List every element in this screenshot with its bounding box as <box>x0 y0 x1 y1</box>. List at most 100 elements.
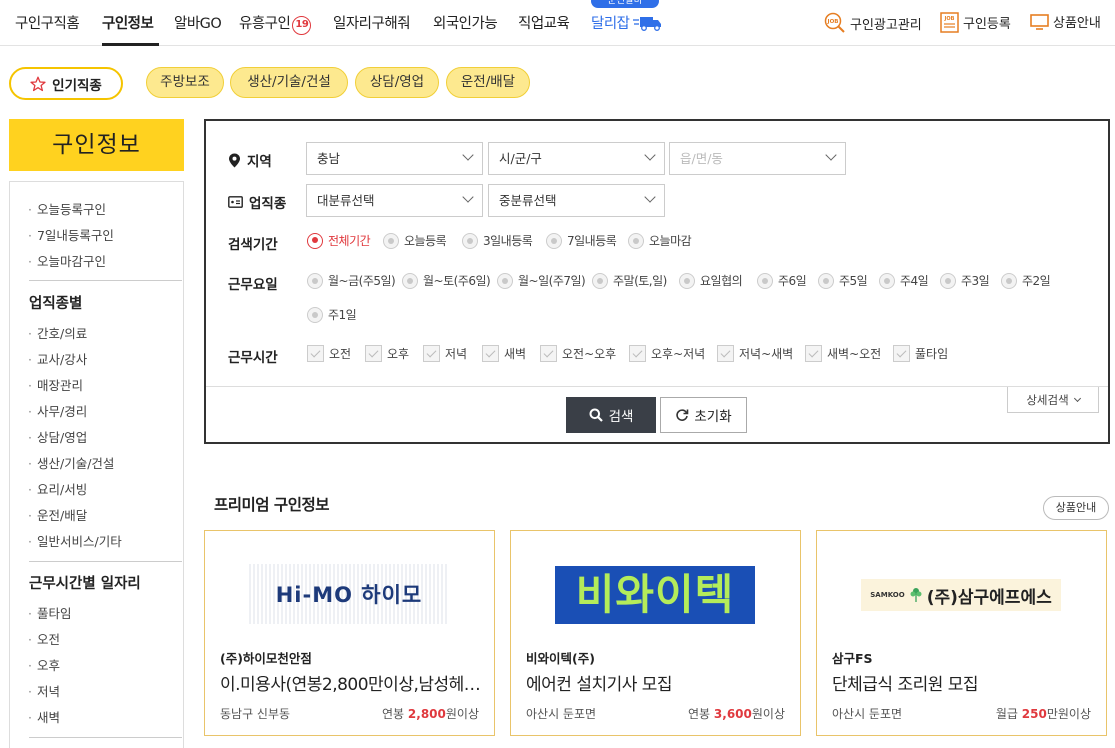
svg-text:JOB: JOB <box>944 16 955 22</box>
days-radio-4days[interactable]: 주4일 <box>879 272 929 289</box>
truck-icon <box>632 15 663 35</box>
chevron-down-icon <box>462 191 474 203</box>
radio-icon <box>592 272 608 289</box>
sidebar-divider <box>29 737 182 738</box>
radio-icon <box>307 272 323 289</box>
nav-find-me-job[interactable]: 일자리구해줘 <box>333 12 411 33</box>
radio-icon <box>497 272 513 289</box>
search-button[interactable]: 검색 <box>566 397 656 433</box>
sidebar-item-driving[interactable]: 운전/배달 <box>28 505 87 524</box>
nav-job-training[interactable]: 직업교육 <box>518 12 570 33</box>
days-radio-6days[interactable]: 주6일 <box>757 272 807 289</box>
job-type-label: 업직종 <box>228 192 286 212</box>
period-label: 검색기간 <box>228 237 278 253</box>
radio-icon <box>679 272 695 289</box>
checkbox-icon <box>805 345 822 362</box>
sidebar-item-sales[interactable]: 상담/영업 <box>28 427 87 446</box>
region-dong-select[interactable]: 읍/면/동 <box>669 142 846 175</box>
location-pin-icon <box>229 153 240 167</box>
sidebar-item-production[interactable]: 생산/기술/건설 <box>28 453 114 472</box>
sidebar-item-afternoon[interactable]: 오후 <box>28 655 60 674</box>
days-radio-2days[interactable]: 주2일 <box>1001 272 1051 289</box>
sidebar-item-today-registered[interactable]: 오늘등록구인 <box>28 199 106 218</box>
days-radio-weekend[interactable]: 주말(토,일) <box>592 272 667 289</box>
job-title[interactable]: 에어컨 설치기사 모집 <box>526 670 788 695</box>
time-check-morning-afternoon[interactable]: 오전~오후 <box>540 345 616 362</box>
job-document-icon: JOB <box>940 12 959 33</box>
region-sido-select[interactable]: 충남 <box>306 142 483 175</box>
register-link[interactable]: JOB 구인등록 <box>940 12 1011 33</box>
job-title[interactable]: 단체급식 조리원 모집 <box>832 670 1094 695</box>
sidebar-item-today-closing[interactable]: 오늘마감구인 <box>28 251 106 270</box>
job-minor-select[interactable]: 중분류선택 <box>488 184 665 217</box>
nav-alba-go[interactable]: 알바GO <box>174 12 222 33</box>
time-check-afternoon-evening[interactable]: 오후~저녁 <box>629 345 705 362</box>
chevron-down-icon <box>1073 394 1081 402</box>
days-radio-mon-fri[interactable]: 월~금(주5일) <box>307 272 396 289</box>
region-sigungu-select[interactable]: 시/군/구 <box>488 142 665 175</box>
detail-search-button[interactable]: 상세검색 <box>1007 387 1099 413</box>
sidebar-divider <box>29 561 182 562</box>
sidebar-item-cooking[interactable]: 요리/서빙 <box>28 479 87 498</box>
company-logo: 비와이텍 <box>555 566 755 624</box>
radio-icon <box>307 306 323 323</box>
chip-sales[interactable]: 상담/영업 <box>355 67 439 98</box>
radio-icon <box>462 232 478 249</box>
sidebar-item-store-management[interactable]: 매장관리 <box>28 375 83 394</box>
time-check-fulltime[interactable]: 풀타임 <box>893 345 948 362</box>
sidebar-item-teacher[interactable]: 교사/강사 <box>28 349 87 368</box>
time-check-afternoon[interactable]: 오후 <box>365 345 409 362</box>
nav-entertainment-jobs[interactable]: 유흥구인 19 <box>239 12 312 35</box>
sidebar-item-7days-registered[interactable]: 7일내등록구인 <box>28 225 114 244</box>
chevron-down-icon <box>644 191 656 203</box>
nav-recruit-home[interactable]: 구인구직홈 <box>15 12 80 33</box>
id-card-icon <box>228 196 243 208</box>
chip-kitchen-helper[interactable]: 주방보조 <box>146 67 224 98</box>
period-radio-3days[interactable]: 3일내등록 <box>462 232 533 249</box>
region-label: 지역 <box>228 150 272 170</box>
checkbox-icon <box>307 345 324 362</box>
premium-product-info-button[interactable]: 상품안내 <box>1043 496 1109 520</box>
period-radio-all[interactable]: 전체기간 <box>307 232 371 249</box>
nav-dalijob[interactable]: 달리잡 <box>591 12 663 35</box>
time-check-dawn-morning[interactable]: 새벽~오전 <box>805 345 881 362</box>
time-check-dawn[interactable]: 새벽 <box>482 345 526 362</box>
sidebar-item-nursing[interactable]: 간호/의료 <box>28 323 87 342</box>
period-radio-today-closing[interactable]: 오늘마감 <box>628 232 692 249</box>
days-radio-mon-sat[interactable]: 월~토(주6일) <box>402 272 491 289</box>
checkbox-icon <box>365 345 382 362</box>
chip-driving[interactable]: 운전/배달 <box>446 67 530 98</box>
job-major-select[interactable]: 대분류선택 <box>306 184 483 217</box>
nav-dalijob-bubble: 운전알바 <box>591 0 659 8</box>
time-check-evening-dawn[interactable]: 저녁~새벽 <box>717 345 793 362</box>
days-radio-3days[interactable]: 주3일 <box>940 272 990 289</box>
job-title[interactable]: 이.미용사(연봉2,800만이상,남성헤어제품 판매 및 서비스) <box>220 670 482 695</box>
period-radio-today[interactable]: 오늘등록 <box>383 232 447 249</box>
days-radio-1day[interactable]: 주1일 <box>307 306 357 323</box>
job-pay: 연봉 2,800원이상 <box>381 707 479 721</box>
period-radio-7days[interactable]: 7일내등록 <box>546 232 617 249</box>
nav-foreigner-ok[interactable]: 외국인가능 <box>433 12 498 33</box>
days-radio-5days[interactable]: 주5일 <box>818 272 868 289</box>
time-check-evening[interactable]: 저녁 <box>423 345 467 362</box>
reset-button[interactable]: 초기화 <box>660 397 747 433</box>
sidebar-item-morning[interactable]: 오전 <box>28 629 60 648</box>
premium-card[interactable]: Hi-MO 하이모 (주)하이모천안점 이.미용사(연봉2,800만이상,남성헤… <box>204 530 495 736</box>
premium-card[interactable]: SAMKOO (주)삼구에프에스 삼구FS 단체급식 조리원 모집 아산시 둔포… <box>816 530 1107 736</box>
sidebar-item-office[interactable]: 사무/경리 <box>28 401 87 420</box>
popular-jobs-chip[interactable]: 인기직종 <box>9 67 123 100</box>
sidebar-item-fulltime[interactable]: 풀타임 <box>28 603 72 622</box>
sidebar-item-dawn[interactable]: 새벽 <box>28 707 60 726</box>
nav-active-underline <box>102 43 159 46</box>
product-info-link[interactable]: 상품안내 <box>1030 12 1101 31</box>
sidebar-item-general-service[interactable]: 일반서비스/기타 <box>28 531 122 550</box>
time-check-morning[interactable]: 오전 <box>307 345 351 362</box>
days-radio-negotiable[interactable]: 요일협의 <box>679 272 743 289</box>
ad-manage-link[interactable]: JOB 구인광고관리 <box>824 12 922 34</box>
premium-card[interactable]: 비와이텍 비와이텍(주) 에어컨 설치기사 모집 아산시 둔포면 연봉 3,60… <box>510 530 801 736</box>
premium-section-title: 프리미엄 구인정보 <box>214 496 329 514</box>
chip-production[interactable]: 생산/기술/건설 <box>230 67 348 98</box>
nav-job-info[interactable]: 구인정보 <box>102 12 154 33</box>
days-radio-mon-sun[interactable]: 월~일(주7일) <box>497 272 586 289</box>
sidebar-item-evening[interactable]: 저녁 <box>28 681 60 700</box>
